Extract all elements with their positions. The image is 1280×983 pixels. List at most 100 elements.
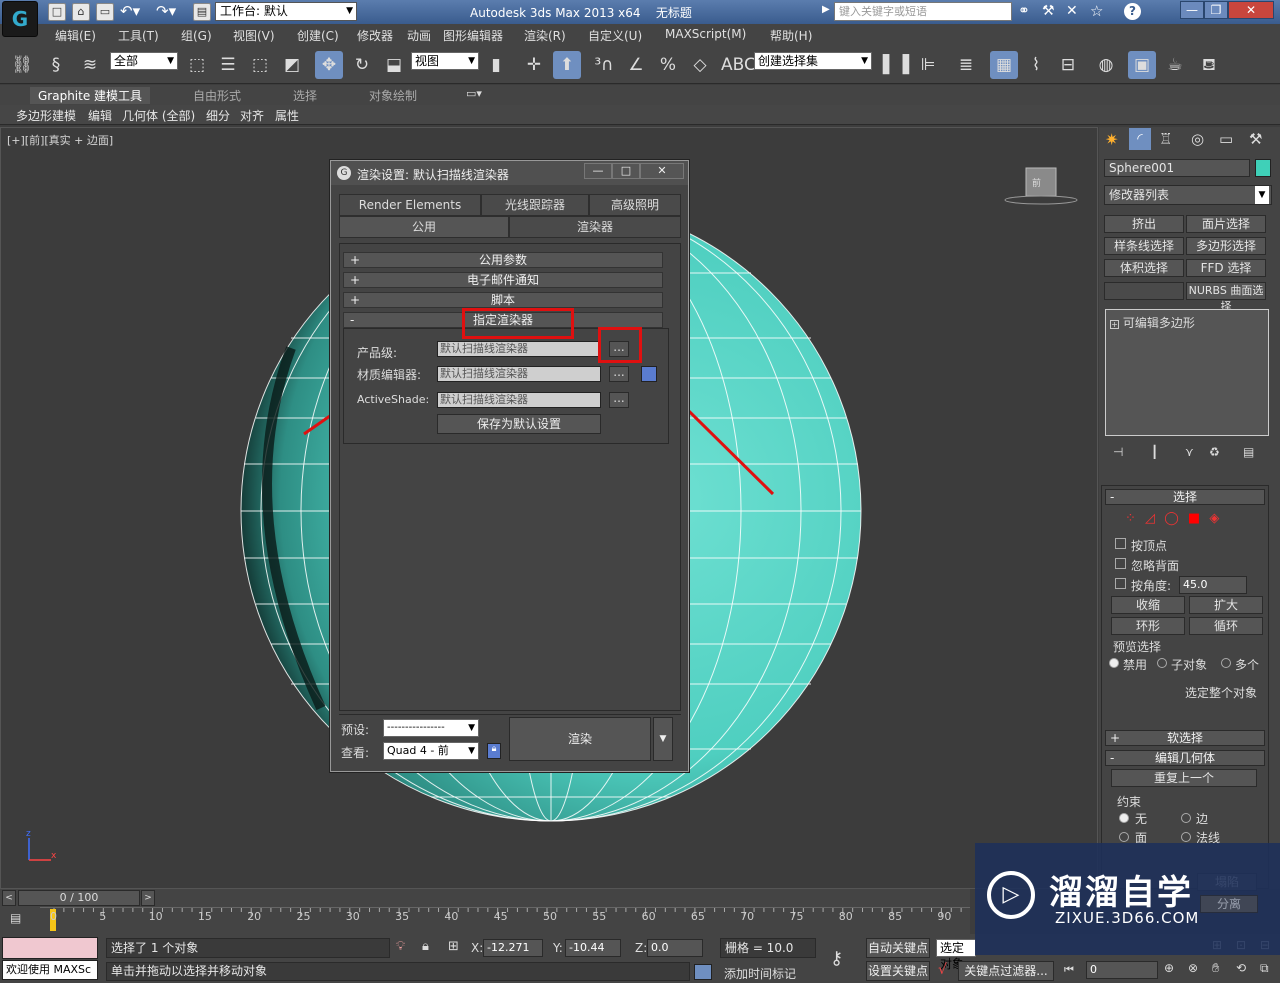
motion-tab-icon[interactable]: ◎	[1191, 130, 1204, 148]
render-mode-dropdown[interactable]: ▼	[653, 717, 673, 761]
pin-stack-icon[interactable]: ⊣	[1113, 445, 1123, 459]
ribbon-align[interactable]: 对齐	[240, 107, 264, 124]
dialog-close-button[interactable]: ✕	[640, 163, 684, 179]
workspace-dropdown[interactable]: 工作台: 默认 ▼	[215, 2, 357, 21]
y-coord-field[interactable]: -10.44	[565, 939, 621, 957]
edge-mode-icon[interactable]: ◿	[1145, 511, 1155, 526]
tab-advanced-lighting[interactable]: 高级照明	[589, 194, 681, 216]
modify-tab-icon[interactable]: ◜	[1129, 128, 1151, 150]
tab-object-paint[interactable]: 对象绘制	[369, 87, 417, 104]
lock-renderer-icon[interactable]	[641, 366, 657, 382]
empty-button[interactable]	[1104, 282, 1184, 300]
dialog-maximize-button[interactable]: □	[612, 163, 640, 179]
communication-icon[interactable]: ✕	[1066, 3, 1078, 19]
redo-icon[interactable]: ↷▾	[156, 2, 176, 20]
selection-filter-dropdown[interactable]: 全部 ▼	[110, 52, 178, 70]
curve-editor-icon[interactable]: ⌇	[1022, 51, 1050, 79]
view-cube-icon[interactable]: 前	[1004, 167, 1078, 205]
timeline-prev-button[interactable]: <	[2, 890, 16, 906]
tab-render-elements[interactable]: Render Elements	[339, 194, 481, 216]
ribbon-geometry[interactable]: 几何体 (全部)	[122, 107, 195, 124]
pan-hand-icon[interactable]: ✋︎	[1212, 961, 1219, 976]
pivot-center-icon[interactable]: ▮	[482, 51, 510, 79]
menu-animation[interactable]: 动画	[407, 27, 431, 44]
ribbon-properties[interactable]: 属性	[275, 107, 299, 124]
layer-manager-icon[interactable]: ≣	[952, 51, 980, 79]
preview-multi-radio[interactable]	[1221, 658, 1231, 668]
constraint-normal-radio[interactable]	[1181, 832, 1191, 842]
save-file-icon[interactable]: ▭	[96, 3, 114, 21]
configure-sets-icon[interactable]: ▤	[1243, 445, 1254, 459]
ref-coord-dropdown[interactable]: 视图 ▼	[411, 52, 479, 70]
preview-subobj-radio[interactable]	[1157, 658, 1167, 668]
select-rotate-icon[interactable]: ↻	[348, 51, 376, 79]
material-editor-browse-button[interactable]: ...	[609, 366, 629, 382]
search-input[interactable]: 键入关键字或短语	[834, 2, 1012, 21]
patch-select-button[interactable]: 面片选择	[1186, 215, 1266, 233]
ignore-backface-checkbox[interactable]	[1115, 558, 1126, 569]
app-logo-icon[interactable]: G	[2, 1, 38, 37]
tab-renderer[interactable]: 渲染器	[509, 216, 681, 238]
x-coord-field[interactable]: -12.271	[483, 939, 543, 957]
preview-disabled-radio[interactable]	[1109, 658, 1119, 668]
render-production-icon[interactable]: ⛾	[1195, 51, 1223, 79]
maxscript-mini-listener[interactable]: 欢迎使用 MAXSc	[2, 960, 98, 980]
ffd-select-button[interactable]: FFD 选择	[1186, 259, 1266, 277]
select-manipulate-icon[interactable]: ✛	[520, 51, 548, 79]
show-end-result-icon[interactable]: ┃	[1151, 445, 1158, 459]
tab-raytracer[interactable]: 光线跟踪器	[481, 194, 589, 216]
tab-graphite[interactable]: Graphite 建模工具	[30, 87, 151, 104]
create-tab-icon[interactable]: ✷	[1105, 130, 1118, 149]
select-scale-icon[interactable]: ⬓	[380, 51, 408, 79]
grow-button[interactable]: 扩大	[1189, 596, 1263, 614]
object-color-swatch[interactable]	[1255, 159, 1271, 177]
activeshade-browse-button[interactable]: ...	[609, 392, 629, 408]
rect-selection-icon[interactable]: ⬚	[246, 51, 274, 79]
tab-selection[interactable]: 选择	[293, 87, 317, 104]
object-name-field[interactable]: Sphere001	[1104, 159, 1250, 177]
render-button[interactable]: 渲染	[509, 717, 651, 761]
select-object-icon[interactable]: ⬚	[183, 51, 211, 79]
isolate-icon[interactable]: 💡︎	[396, 939, 405, 954]
restore-button[interactable]: ❐	[1204, 1, 1228, 19]
rollup-common-params[interactable]: + 公用参数	[343, 252, 663, 268]
angle-snap-icon[interactable]: ∠	[622, 51, 650, 79]
timeline-next-button[interactable]: >	[141, 890, 155, 906]
selection-lock-icon[interactable]: 🔒︎	[422, 939, 429, 954]
make-unique-icon[interactable]: ⋎	[1185, 445, 1194, 459]
keyboard-shortcut-icon[interactable]: ⬆	[553, 51, 581, 79]
ribbon-poly-modeling[interactable]: 多边形建模	[16, 107, 76, 124]
binoculars-icon[interactable]: ⚭	[1018, 3, 1030, 19]
snaps-toggle-icon[interactable]: ³∩	[590, 51, 618, 79]
percent-snap-icon[interactable]: %	[654, 51, 682, 79]
absolute-mode-icon[interactable]: ⊞	[448, 939, 459, 954]
menu-edit[interactable]: 编辑(E)	[55, 27, 96, 44]
menu-group[interactable]: 组(G)	[181, 27, 212, 44]
subscription-icon[interactable]: ⚒	[1042, 3, 1055, 19]
preset-dropdown[interactable]: ---------------- ▼	[383, 719, 479, 737]
constraint-none-radio[interactable]	[1119, 813, 1129, 823]
search-arrow-icon[interactable]: ▶	[822, 4, 830, 15]
curve-editor-mini-icon[interactable]: ▤	[10, 911, 21, 925]
select-move-icon[interactable]: ✥	[315, 51, 343, 79]
ring-button[interactable]: 环形	[1111, 617, 1185, 635]
modifier-list-dropdown[interactable]: 修改器列表 ▼	[1104, 185, 1272, 205]
material-editor-icon[interactable]: ◍	[1092, 51, 1120, 79]
time-slider[interactable]: 0 / 100	[18, 890, 140, 906]
menu-maxscript[interactable]: MAXScript(M)	[665, 27, 746, 41]
nurbs-select-button[interactable]: NURBS 曲面选择	[1186, 282, 1266, 313]
ribbon-options-icon[interactable]: ▭▾	[466, 87, 482, 100]
expand-icon[interactable]: +	[1110, 320, 1119, 329]
help-icon[interactable]: ?	[1124, 3, 1141, 20]
menu-tools[interactable]: 工具(T)	[118, 27, 159, 44]
close-button[interactable]: ✕	[1228, 1, 1274, 19]
undo-icon[interactable]: ↶▾	[120, 2, 140, 20]
link-icon[interactable]: ⛓	[8, 51, 36, 79]
orbit-icon[interactable]: ⟲	[1236, 961, 1246, 975]
hierarchy-tab-icon[interactable]: ♖	[1159, 130, 1172, 148]
by-vertex-checkbox[interactable]	[1115, 538, 1126, 549]
tab-freeform[interactable]: 自由形式	[193, 87, 241, 104]
poly-select-button[interactable]: 多边形选择	[1186, 237, 1266, 255]
remove-modifier-icon[interactable]: ♻	[1209, 445, 1220, 459]
vertex-mode-icon[interactable]: ⁘	[1125, 511, 1136, 526]
